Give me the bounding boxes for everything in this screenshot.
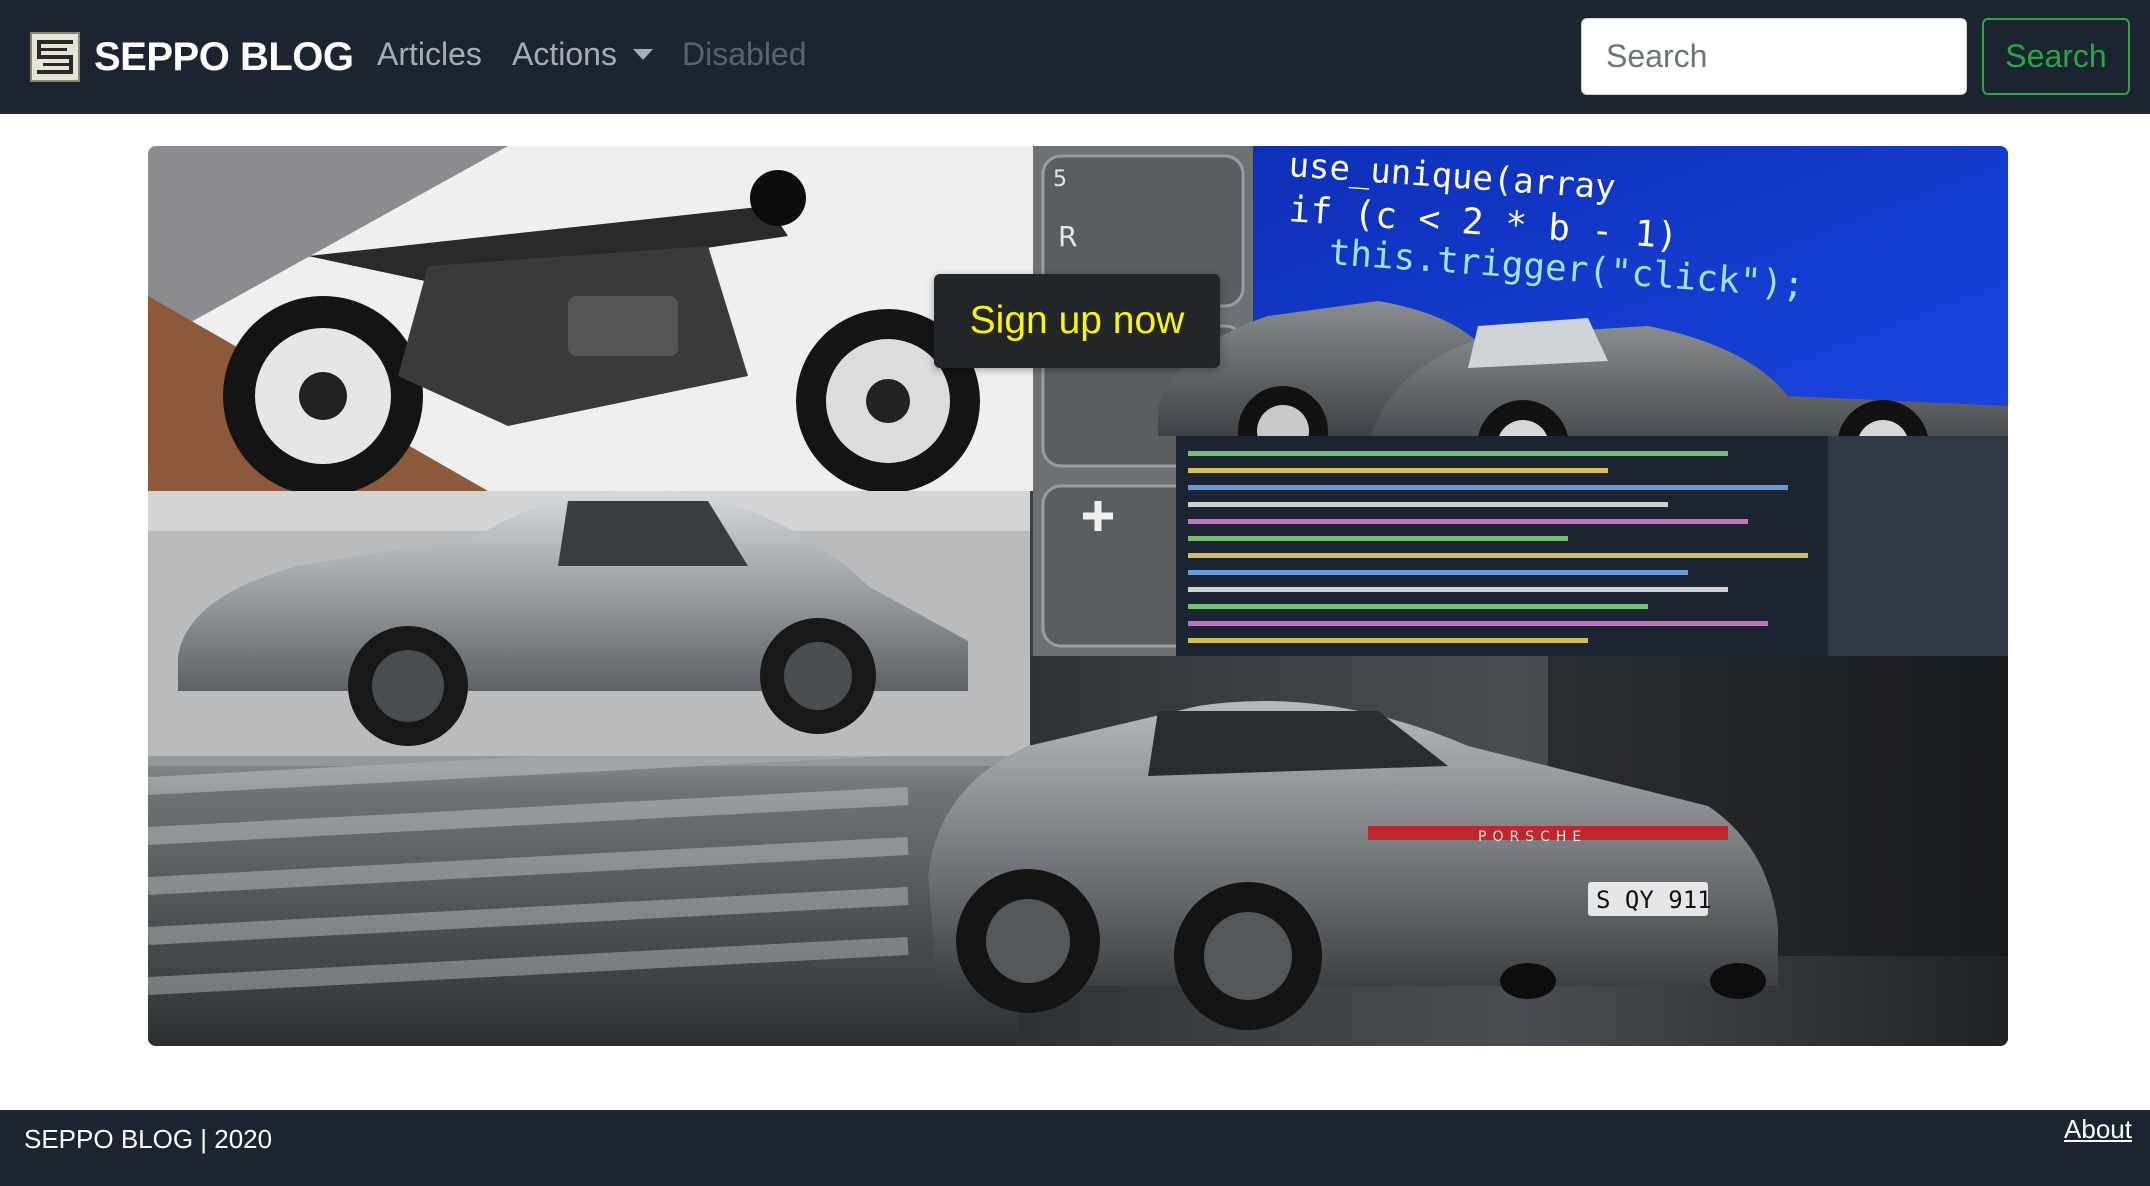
- brand-logo-icon: [30, 32, 80, 82]
- brand-title: SEPPO BLOG: [94, 34, 354, 79]
- caret-down-icon: [632, 49, 653, 60]
- footer-copyright: SEPPO BLOG | 2020: [24, 1124, 273, 1154]
- nav-link-disabled: Disabled: [682, 36, 807, 72]
- navbar: SEPPO BLOG Articles Actions Disabled Sea…: [0, 0, 2150, 114]
- sign-up-button[interactable]: Sign up now: [934, 274, 1220, 368]
- footer-about-link[interactable]: About: [2064, 1114, 2132, 1145]
- key-label-5: 5: [1053, 167, 1067, 192]
- license-plate: S QY 911: [1596, 886, 1712, 914]
- search-input[interactable]: [1581, 18, 1967, 95]
- nav-link-articles[interactable]: Articles: [377, 36, 482, 73]
- footer: SEPPO BLOG | 2020 About: [0, 1110, 2150, 1186]
- key-label-r: R: [1058, 220, 1077, 253]
- porsche-rear-badge: PORSCHE: [1478, 829, 1587, 845]
- brand[interactable]: SEPPO BLOG: [30, 32, 354, 82]
- search-button[interactable]: Search: [1982, 18, 2130, 95]
- hero-collage: 5 R use_unique(array if (c < 2 * b - 1) …: [148, 146, 2008, 1046]
- nav-dropdown-actions-label: Actions: [512, 36, 617, 72]
- nav-dropdown-actions[interactable]: Actions: [512, 36, 653, 73]
